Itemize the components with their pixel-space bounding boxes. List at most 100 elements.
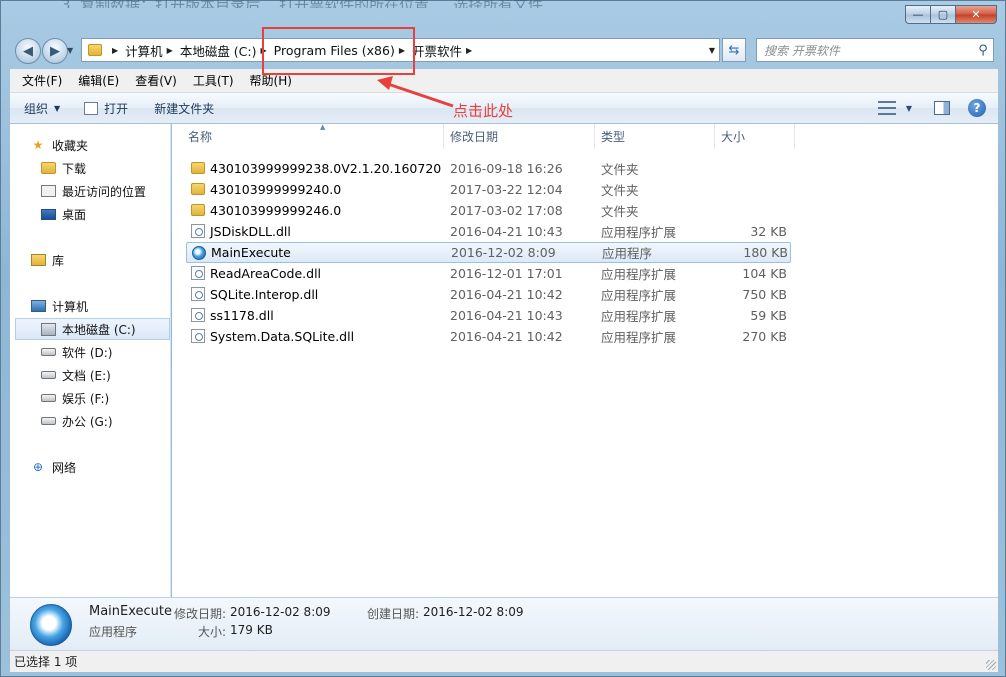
file-row[interactable]: JSDiskDLL.dll 2016-04-21 10:43 应用程序扩展 32…	[186, 221, 791, 242]
file-name: 430103999999246.0	[210, 203, 342, 218]
back-arrow-icon: ◀	[23, 43, 33, 59]
file-row-selected[interactable]: MainExecute 2016-12-02 8:09 应用程序 180 KB	[186, 242, 791, 263]
search-input[interactable]: 搜索 开票软件	[757, 42, 973, 59]
file-date: 2017-03-02 17:08	[450, 203, 563, 218]
menu-view[interactable]: 查看(V)	[127, 72, 185, 89]
new-folder-label: 新建文件夹	[154, 101, 215, 116]
help-icon[interactable]: ?	[968, 99, 986, 117]
file-date: 2016-04-21 10:42	[450, 287, 563, 302]
file-type: 应用程序扩展	[601, 267, 677, 282]
search-icon[interactable]: ⚲	[973, 43, 993, 58]
sidebar-item-label: 网络	[52, 460, 77, 475]
star-icon: ★	[32, 138, 44, 152]
refresh-button[interactable]: ⇆	[722, 38, 746, 62]
address-dropdown-icon[interactable]: ▼	[709, 46, 715, 55]
file-date: 2016-04-21 10:43	[450, 308, 563, 323]
file-type: 应用程序扩展	[601, 225, 677, 240]
file-row[interactable]: SQLite.Interop.dll 2016-04-21 10:42 应用程序…	[186, 284, 791, 305]
background-document-text: 3. 复制数据：打开版本目录后... 打开票软件的所在位置 ... 选择所有文件…	[61, 0, 781, 8]
file-name: System.Data.SQLite.dll	[210, 329, 355, 344]
change-view-icon[interactable]	[877, 101, 896, 115]
file-date: 2016-04-21 10:42	[450, 329, 563, 344]
sidebar-item-label: 文档 (E:)	[62, 368, 111, 383]
dll-file-icon	[191, 266, 205, 280]
sidebar-item-label: 计算机	[52, 299, 89, 314]
file-name: ss1178.dll	[210, 308, 274, 323]
file-type: 应用程序扩展	[601, 309, 677, 324]
view-dropdown-icon[interactable]: ▼	[906, 104, 912, 113]
sidebar-computer[interactable]: 计算机	[30, 295, 190, 317]
dll-file-icon	[191, 329, 205, 343]
file-date: 2016-09-18 16:26	[450, 161, 563, 176]
recent-pages-dropdown-icon[interactable]: ▼	[67, 46, 73, 55]
close-button[interactable]: ✕	[955, 5, 997, 24]
back-button[interactable]: ◀	[15, 38, 41, 64]
drive-icon	[40, 348, 56, 356]
folder-icon	[88, 44, 102, 56]
sidebar-item-label: 本地磁盘 (C:)	[62, 322, 136, 337]
chevron-right-icon[interactable]: ▶	[167, 46, 173, 55]
file-type: 文件夹	[601, 162, 639, 177]
file-name: 430103999999240.0	[210, 182, 342, 197]
file-size	[721, 200, 787, 221]
new-folder-button[interactable]: 新建文件夹	[138, 93, 224, 123]
sidebar-library[interactable]: 库	[30, 249, 190, 271]
file-row[interactable]: ss1178.dll 2016-04-21 10:43 应用程序扩展 59 KB	[186, 305, 791, 326]
breadcrumb-computer[interactable]: 计算机	[125, 41, 163, 60]
file-date: 2016-12-02 8:09	[451, 245, 556, 260]
column-header-date[interactable]: 修改日期	[444, 124, 595, 149]
status-text: 已选择 1 项	[14, 655, 78, 669]
file-row[interactable]: 430103999999246.0 2017-03-02 17:08 文件夹	[186, 200, 791, 221]
folder-icon	[191, 204, 205, 216]
open-button[interactable]: 打开	[70, 93, 138, 123]
forward-button[interactable]: ▶	[42, 38, 68, 64]
sort-ascending-icon: ▲	[320, 123, 326, 131]
organize-button[interactable]: 组织 ▼	[10, 93, 70, 123]
column-header-name[interactable]: 名称 ▲	[182, 123, 444, 149]
details-size-label: 大小:	[198, 625, 227, 639]
dll-file-icon	[191, 224, 205, 238]
sidebar-item-local-disk-c[interactable]: 本地磁盘 (C:)	[15, 318, 170, 340]
file-size	[721, 179, 787, 200]
sidebar-item-label: 软件 (D:)	[62, 345, 113, 360]
search-box[interactable]: 搜索 开票软件 ⚲	[756, 38, 994, 62]
file-date: 2016-12-01 17:01	[450, 266, 563, 281]
application-icon	[192, 246, 206, 260]
network-icon: ⊕	[32, 460, 44, 474]
sidebar-item-label: 库	[52, 253, 65, 268]
menu-edit[interactable]: 编辑(E)	[70, 72, 127, 89]
breadcrumb-invoice-software[interactable]: 开票软件	[412, 41, 462, 60]
drive-icon	[40, 417, 56, 425]
minimize-button[interactable]: —	[905, 5, 930, 24]
sidebar-item-label: 办公 (G:)	[62, 414, 113, 429]
chevron-right-icon[interactable]: ▶	[466, 46, 472, 55]
column-header-type[interactable]: 类型	[595, 124, 715, 149]
file-row[interactable]: 430103999999240.0 2017-03-22 12:04 文件夹	[186, 179, 791, 200]
menu-tools[interactable]: 工具(T)	[185, 72, 242, 89]
preview-pane-icon[interactable]	[934, 101, 950, 115]
file-type: 文件夹	[601, 183, 639, 198]
chevron-right-icon[interactable]: ▶	[112, 46, 118, 55]
file-name: ReadAreaCode.dll	[210, 266, 322, 281]
computer-icon	[30, 300, 46, 312]
dll-file-icon	[191, 308, 205, 322]
library-icon	[30, 254, 46, 266]
column-header-size[interactable]: 大小	[715, 124, 795, 149]
sidebar-favorites[interactable]: ★ 收藏夹	[30, 134, 190, 156]
file-type: 应用程序扩展	[601, 330, 677, 345]
file-row[interactable]: 430103999999238.0V2.1.20.160720 2016-09-…	[186, 158, 791, 179]
desktop-icon	[40, 208, 56, 220]
maximize-button[interactable]: ▢	[930, 5, 955, 24]
file-name: JSDiskDLL.dll	[210, 224, 291, 239]
details-modified-value: 2016-12-02 8:09	[230, 605, 331, 619]
resize-grip-icon[interactable]	[986, 660, 996, 670]
file-row[interactable]: ReadAreaCode.dll 2016-12-01 17:01 应用程序扩展…	[186, 263, 791, 284]
file-type: 应用程序	[602, 246, 653, 261]
details-file-name: MainExecute	[89, 604, 173, 619]
file-row[interactable]: System.Data.SQLite.dll 2016-04-21 10:42 …	[186, 326, 791, 347]
menu-file[interactable]: 文件(F)	[14, 72, 70, 89]
breadcrumb-local-disk-c[interactable]: 本地磁盘 (C:)	[180, 41, 257, 60]
sidebar-network[interactable]: ⊕ 网络	[30, 456, 190, 478]
file-list: 名称 ▲ 修改日期 类型 大小 430103999999238.0V2.1.20.…	[172, 123, 998, 597]
organize-label: 组织	[24, 101, 49, 116]
